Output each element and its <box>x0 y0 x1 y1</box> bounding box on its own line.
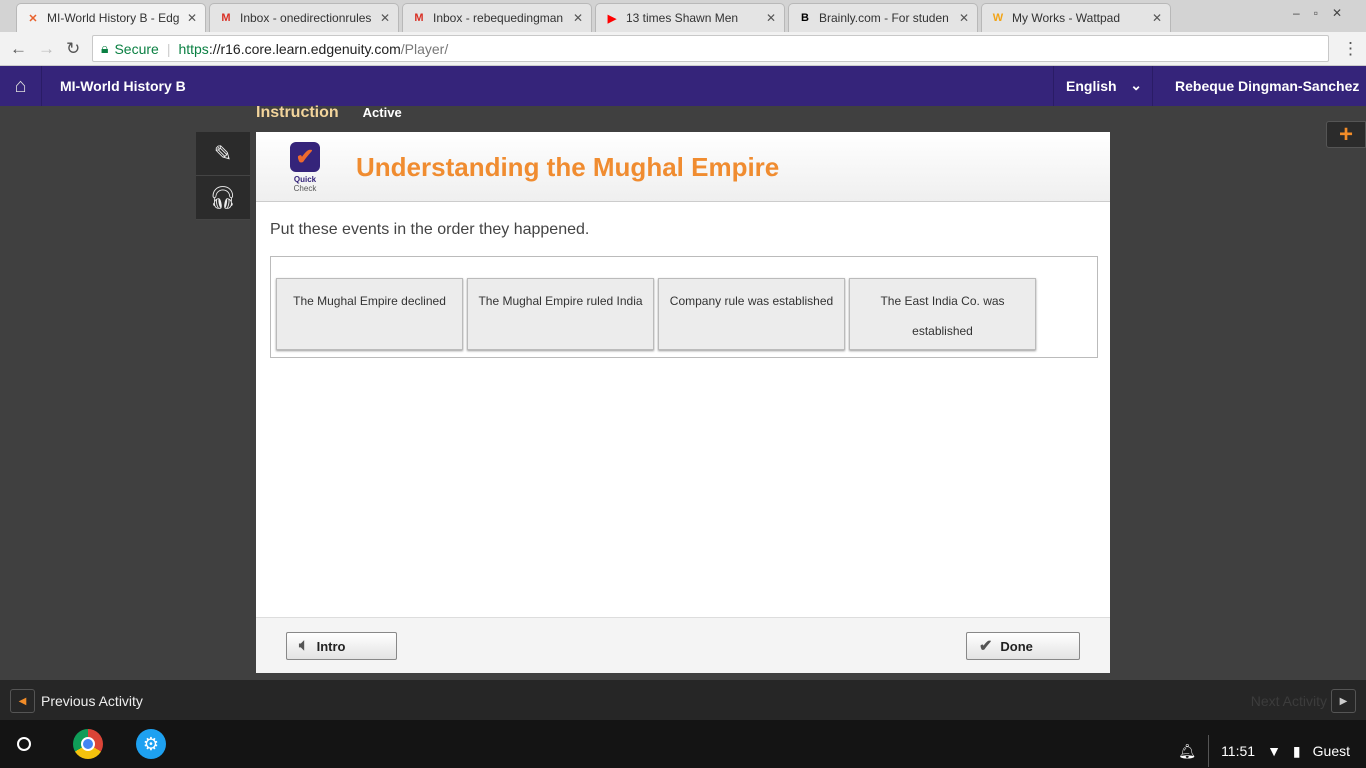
caret-left-icon: ◀ <box>10 689 35 713</box>
language-value: English <box>1066 78 1117 94</box>
event-tile[interactable]: The East India Co. was established <box>849 278 1036 350</box>
forward-icon[interactable]: → <box>38 39 55 59</box>
tab-strip: ✕ MI-World History B - Edg ✕ M Inbox - onedi… <box>0 0 1366 32</box>
pencil-icon[interactable]: ✎ <box>196 132 250 176</box>
app-header: ⌂ MI-World History B English ⌄ Rebeque Di… <box>0 66 1366 106</box>
back-icon[interactable]: ← <box>10 39 27 59</box>
browser-tab[interactable]: M Inbox - onedirectionrules ✕ <box>209 3 399 32</box>
plus-button[interactable]: + <box>1326 121 1366 148</box>
browser-tab[interactable]: W My Works - Wattpad ✕ <box>981 3 1171 32</box>
headphones-icon[interactable]: 🎧︎ <box>196 176 250 220</box>
address-bar[interactable]: 🔒︎ Secure | https://r16.core.learn.edgen… <box>92 35 1329 62</box>
speaker-icon: 🔈︎ <box>299 637 309 654</box>
language-select[interactable]: English ⌄ <box>1053 66 1153 106</box>
wifi-icon: ▼ <box>1267 743 1281 759</box>
section-label: Instruction <box>256 104 339 121</box>
os-shelf: ⚙ 🔔︎ 11:51 ▼ ▮ Guest <box>0 720 1366 768</box>
close-icon[interactable]: ✕ <box>766 11 776 25</box>
user-name[interactable]: Rebeque Dingman-Sanchez <box>1175 78 1359 94</box>
close-icon[interactable]: ✕ <box>187 11 197 25</box>
reload-icon[interactable]: ↻ <box>66 39 80 59</box>
tab-title: 13 times Shawn Men <box>626 11 739 25</box>
tab-title: Inbox - onedirectionrules <box>240 11 372 25</box>
tab-title: Brainly.com - For studen <box>819 11 949 25</box>
previous-activity-button[interactable]: ◀ Previous Activity <box>10 689 143 713</box>
ordering-tray[interactable]: The Mughal Empire declined The Mughal Em… <box>270 256 1098 358</box>
gmail-icon: M <box>221 12 231 24</box>
check-icon: ✔ <box>979 638 993 655</box>
notification-icon[interactable]: 🔔︎ <box>1178 743 1196 760</box>
window-controls[interactable]: –▫✕ <box>1293 6 1356 20</box>
browser-toolbar: ← → ↻ 🔒︎ Secure | https://r16.core.learn… <box>0 32 1366 66</box>
check-icon: ✔ <box>290 142 320 172</box>
clock[interactable]: 11:51 <box>1221 743 1255 759</box>
chevron-down-icon: ⌄ <box>1130 77 1142 93</box>
tab-title: MI-World History B - Edg <box>47 11 180 25</box>
close-icon[interactable]: ✕ <box>1152 11 1162 25</box>
url-scheme: https <box>178 40 209 57</box>
event-tile[interactable]: The Mughal Empire declined <box>276 278 463 350</box>
tab-title: Inbox - rebequedingman <box>433 11 564 25</box>
event-tile[interactable]: Company rule was established <box>658 278 845 350</box>
edgenuity-icon: ✕ <box>28 12 38 25</box>
intro-button[interactable]: 🔈︎ Intro <box>286 632 397 660</box>
youtube-icon: ▶ <box>607 12 617 25</box>
browser-tab[interactable]: B Brainly.com - For studen ✕ <box>788 3 978 32</box>
badge-line2: Check <box>293 184 317 193</box>
browser-tab[interactable]: ✕ MI-World History B - Edg ✕ <box>16 3 206 32</box>
url-host: ://r16.core.learn.edgenuity.com <box>208 40 401 57</box>
badge-line1: Quick <box>293 175 317 184</box>
settings-icon[interactable]: ⚙ <box>136 729 166 759</box>
wattpad-icon: W <box>992 12 1004 24</box>
tab-title: My Works - Wattpad <box>1012 11 1121 25</box>
caret-right-icon: ▶ <box>1331 689 1356 713</box>
gmail-icon: M <box>414 12 424 24</box>
lock-icon: 🔒︎ <box>101 40 109 56</box>
user-status[interactable]: Guest <box>1313 743 1350 759</box>
menu-icon[interactable]: ⋮ <box>1342 39 1359 59</box>
browser-tab[interactable]: M Inbox - rebequedingman ✕ <box>402 3 592 32</box>
activity-card: ✔ Quick Check Understanding the Mughal E… <box>256 132 1110 673</box>
question-prompt: Put these events in the order they happe… <box>270 221 590 238</box>
home-icon[interactable]: ⌂ <box>0 66 42 106</box>
page-title: Understanding the Mughal Empire <box>356 152 780 182</box>
close-icon[interactable]: ✕ <box>959 11 969 25</box>
chrome-icon[interactable] <box>73 729 103 759</box>
done-button[interactable]: ✔ Done <box>966 632 1080 660</box>
browser-tab[interactable]: ▶ 13 times Shawn Men ✕ <box>595 3 785 32</box>
course-title: MI-World History B <box>60 78 186 94</box>
activity-nav: ◀ Previous Activity Next Activity ▶ <box>0 680 1366 720</box>
close-icon[interactable]: ✕ <box>573 11 583 25</box>
battery-icon: ▮ <box>1292 742 1301 759</box>
next-activity-button[interactable]: Next Activity ▶ <box>1251 689 1356 713</box>
event-tile[interactable]: The Mughal Empire ruled India <box>467 278 654 350</box>
url-path: /Player/ <box>400 40 449 57</box>
launcher-icon[interactable] <box>17 737 31 751</box>
close-icon[interactable]: ✕ <box>380 11 390 25</box>
quick-check-badge: ✔ Quick Check <box>290 142 320 193</box>
status-label: Active <box>362 105 402 120</box>
secure-label: Secure <box>114 40 159 57</box>
brainly-icon: B <box>801 12 809 24</box>
